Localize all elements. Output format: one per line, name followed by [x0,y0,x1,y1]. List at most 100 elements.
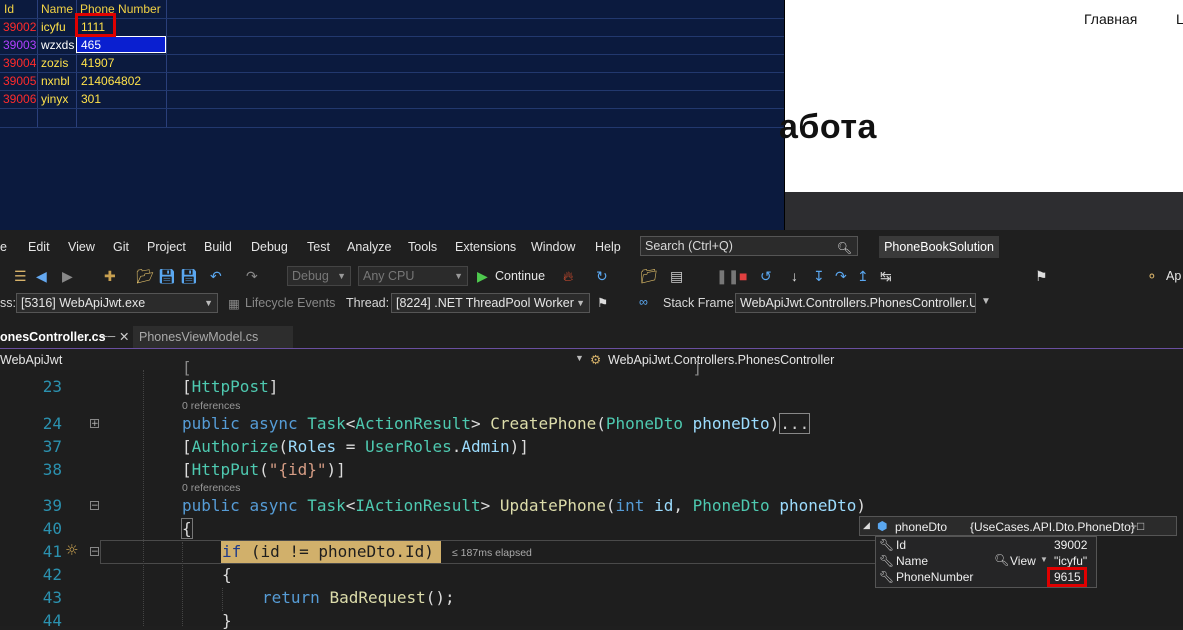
solution-name-badge[interactable]: PhoneBookSolution [879,236,999,258]
grid-header-id[interactable]: Id [4,1,14,17]
collapse-icon[interactable]: ◢ [863,520,870,531]
save-icon[interactable]: 💾︎ [158,268,176,284]
continue-icon[interactable]: ▶ [477,268,488,284]
thread-select[interactable]: [8224] .NET ThreadPool Worker ▼ [391,293,590,313]
search-input[interactable]: Search (Ctrl+Q) 🔍︎ [640,236,858,256]
nav-link-next[interactable]: L [1176,11,1183,27]
step-over-icon[interactable]: ↓ [791,268,798,284]
fold-collapse-icon[interactable]: − [90,501,99,511]
fold-expand-icon[interactable]: + [90,419,99,429]
debugger-datatip[interactable]: ◢ ⬢ phoneDto {UseCases.API.Dto.PhoneDto}… [859,516,1177,588]
indent-guide [182,542,183,626]
close-icon[interactable]: ✕ [119,326,129,348]
member-value[interactable]: 39002 [1054,538,1087,552]
redo-icon[interactable]: ↷ [246,268,258,284]
web-page: Главная L абота [779,0,1183,192]
menu-test[interactable]: Test [307,240,330,254]
window-layout-icon[interactable]: ▤ [670,268,683,284]
code-lens-references[interactable]: 0 references [182,482,240,494]
process-select[interactable]: [5316] WebApiJwt.exe ▼ [16,293,218,313]
toolbar-grip-icon[interactable]: ☰ [14,268,27,284]
browse-icon[interactable]: 📁︎ [640,268,658,284]
document-tabs: onesController.cs −─ ✕ PhonesViewModel.c… [0,326,1183,350]
project-dropdown[interactable]: WebApiJwt [0,353,62,367]
indent-guide [143,370,144,626]
undo-icon[interactable]: ↶ [210,268,222,284]
menu-file[interactable]: e [0,240,7,254]
toolbar-icon[interactable]: ↹ [880,268,892,284]
config-value: Debug [292,269,329,283]
open-folder-icon[interactable]: 📂︎ [136,268,154,284]
menu-window[interactable]: Window [531,240,575,254]
menu-help[interactable]: Help [595,240,621,254]
platform-select[interactable]: Any CPU ▼ [358,266,468,286]
row-name: zozis [41,56,69,70]
back-icon[interactable]: ◀ [36,268,47,284]
lightbulb-icon[interactable]: ⚬ [1146,268,1158,284]
menu-edit[interactable]: Edit [28,240,50,254]
forward-icon[interactable]: ▶ [62,268,73,284]
datatip-header: ◢ ⬢ phoneDto {UseCases.API.Dto.PhoneDto}… [859,516,1177,536]
view-button[interactable]: View [1010,554,1036,568]
row-phone[interactable]: 301 [81,91,101,107]
perf-tip-elapsed: ≤ 187ms elapsed [452,547,532,559]
datatip-title: phoneDto [895,520,948,534]
magnifier-icon[interactable]: 🔍︎ [994,553,1009,567]
code-lens-references[interactable]: 0 references [182,400,240,412]
menu-analyze[interactable]: Analyze [347,240,391,254]
menu-extensions[interactable]: Extensions [455,240,516,254]
menu-project[interactable]: Project [147,240,186,254]
platform-value: Any CPU [363,269,415,283]
process-value: [5316] WebApiJwt.exe [21,296,146,310]
table-row[interactable]: 39004 zozis 41907 [0,54,784,73]
hot-reload-icon[interactable]: 🔥︎ [563,268,573,284]
datatip-type: {UseCases.API.Dto.PhoneDto} [970,520,1135,534]
fold-collapse-icon[interactable]: − [90,547,99,557]
line-number: 39 [42,496,62,515]
step-over-arrow-icon[interactable]: ↷ [835,268,847,284]
menu-debug[interactable]: Debug [251,240,288,254]
continue-button[interactable]: Continue [495,269,545,283]
lifecycle-events[interactable]: Lifecycle Events [245,296,335,310]
row-phone[interactable]: 214064802 [81,73,141,89]
pin-icon[interactable]: −─ [101,326,115,348]
row-phone[interactable]: 465 [81,37,101,53]
tab-phones-viewmodel[interactable]: PhonesViewModel.cs [133,326,293,348]
menu-view[interactable]: View [68,240,95,254]
pin-icon[interactable]: −□ [1130,519,1144,533]
restart-icon[interactable]: ↻ [596,268,608,284]
row-id: 39004 [3,56,37,70]
phone-grid[interactable]: Id Name Phone Number 39002 icyfu 1111 39… [0,0,784,128]
menu-git[interactable]: Git [113,240,129,254]
save-all-icon[interactable]: 💾︎ [180,268,198,284]
pause-icon[interactable]: ❚❚ [716,268,739,284]
chevron-down-icon[interactable]: ▼ [981,296,991,307]
tab-phones-controller[interactable]: onesController.cs −─ ✕ [0,326,133,350]
stop-icon[interactable]: ■ [739,268,747,284]
table-row[interactable]: 39002 icyfu 1111 [0,18,784,37]
menu-build[interactable]: Build [204,240,232,254]
grid-header-name[interactable]: Name [41,1,73,17]
new-item-icon[interactable]: ✚ [104,268,116,284]
flag-icon[interactable]: ⚑ [597,295,608,310]
step-out-icon[interactable]: ↥ [857,268,869,284]
quick-actions-lightbulb-icon[interactable]: ☼ [65,541,78,559]
table-row[interactable]: 39003 wzxds 465 [0,36,784,55]
web-footer-strip [785,192,1183,230]
stack-frame-select[interactable]: WebApiJwt.Controllers.PhonesController.U [735,293,976,313]
config-select[interactable]: Debug ▼ [287,266,351,286]
menu-tools[interactable]: Tools [408,240,437,254]
chevron-down-icon[interactable]: ▼ [1040,555,1048,564]
table-row[interactable]: 39006 yinyx 301 [0,90,784,109]
member-value[interactable]: "icyfu" [1054,554,1087,568]
row-phone[interactable]: 41907 [81,55,114,71]
step-into-icon[interactable]: ↧ [813,268,825,284]
bookmark-icon[interactable]: ⚑ [1035,268,1048,284]
table-row[interactable]: 39005 nxnbl 214064802 [0,72,784,91]
table-row-empty[interactable] [0,108,784,128]
nav-link-home[interactable]: Главная [1084,11,1137,27]
code-line: [HttpPost] [182,377,279,396]
thread-value: [8224] .NET ThreadPool Worker [396,296,574,310]
app-insights-label[interactable]: Ap [1166,269,1181,283]
restart-debug-icon[interactable]: ↺ [760,268,772,284]
